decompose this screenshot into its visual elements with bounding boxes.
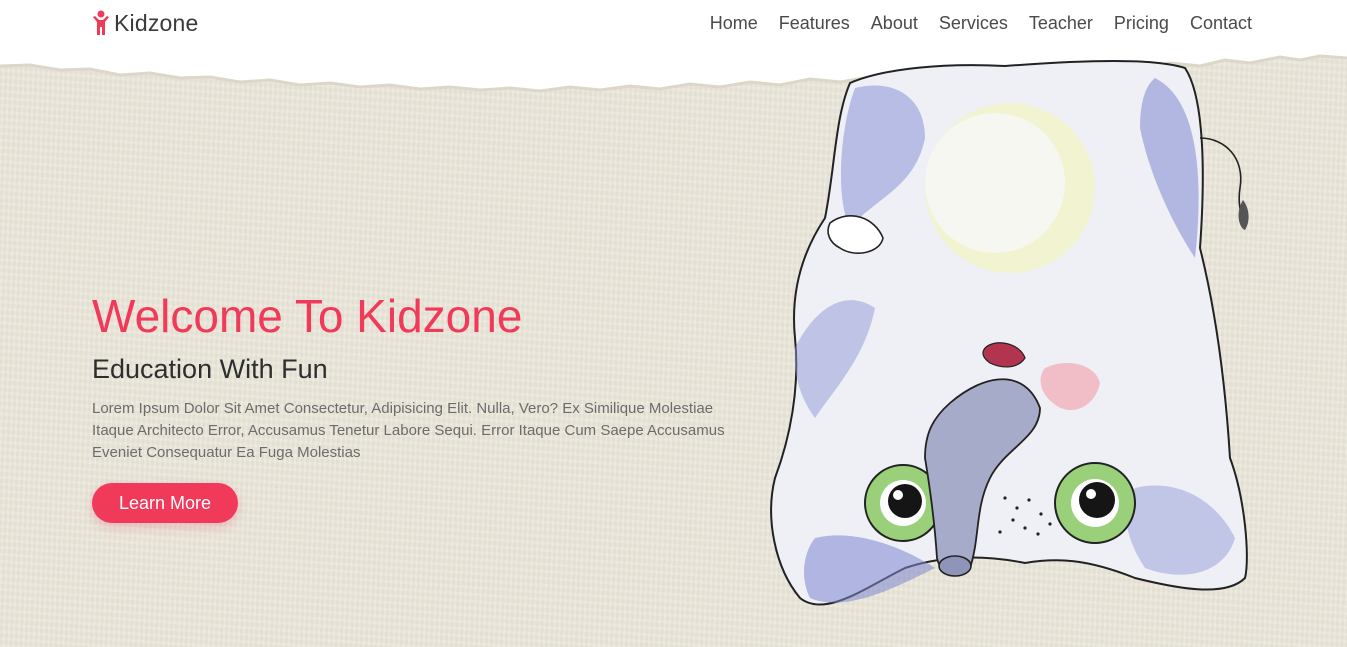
hero-title: Welcome To Kidzone xyxy=(92,290,523,342)
brand-name: Kidzone xyxy=(114,9,199,36)
nav-pricing[interactable]: Pricing xyxy=(1114,11,1169,35)
nav-contact[interactable]: Contact xyxy=(1190,11,1252,35)
child-icon xyxy=(93,10,109,35)
learn-more-button[interactable]: Learn More xyxy=(92,483,239,523)
nav-about[interactable]: About xyxy=(871,11,918,35)
hero-section: Welcome To Kidzone Education With Fun Lo… xyxy=(92,288,742,523)
hero-description: Lorem Ipsum Dolor Sit Amet Consectetur, … xyxy=(92,400,725,461)
upside-down-cat-illustration xyxy=(770,60,1249,606)
hero-subtitle: Education With Fun xyxy=(92,354,328,384)
nav-home[interactable]: Home xyxy=(710,11,758,35)
nav-teacher[interactable]: Teacher xyxy=(1029,11,1093,35)
nav-features[interactable]: Features xyxy=(779,11,850,35)
nav-services[interactable]: Services xyxy=(939,11,1008,35)
brand-logo[interactable]: Kidzone xyxy=(92,9,199,37)
main-nav: Home Features About Services Teacher Pri… xyxy=(710,11,1252,35)
